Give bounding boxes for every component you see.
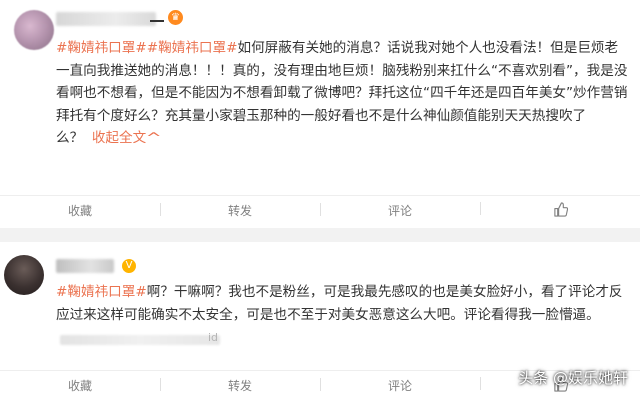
comment-button[interactable]: 评论 — [320, 202, 480, 219]
username-blurred[interactable] — [56, 259, 114, 273]
repost-button[interactable]: 转发 — [160, 377, 320, 394]
orange-v-badge-icon: ♛ — [168, 10, 183, 25]
post-action-bar: 收藏 转发 评论 — [0, 195, 640, 225]
source-watermark: 头条 @娱乐她轩 — [518, 369, 628, 387]
username-blurred[interactable] — [56, 12, 156, 26]
collapse-full-text-link[interactable]: 收起全文^ — [92, 130, 162, 146]
post-content: #鞠婧祎口罩#啊？干嘛啊？我也不是粉丝，可是我最先感叹的也是美女脸好小，看了评论… — [56, 281, 630, 326]
post-separator — [0, 228, 640, 242]
username-suffix-mark — [150, 20, 164, 22]
topic-tag[interactable]: #鞠婧祎口罩# — [56, 40, 147, 56]
repost-button[interactable]: 转发 — [160, 202, 320, 219]
like-button[interactable] — [480, 201, 640, 220]
favorite-button[interactable]: 收藏 — [0, 202, 160, 219]
topic-tag[interactable]: #鞠婧祎口罩# — [56, 284, 147, 300]
post-meta-blurred — [60, 335, 220, 345]
post-content: #鞠婧祎口罩##鞠婧祎口罩#如何屏蔽有关她的消息？话说我对她个人也没看法！但是巨… — [56, 37, 630, 150]
chevron-up-icon: ^ — [145, 130, 162, 146]
favorite-button[interactable]: 收藏 — [0, 377, 160, 394]
gold-v-badge-icon: V — [122, 259, 136, 273]
comment-button[interactable]: 评论 — [320, 377, 480, 394]
avatar[interactable] — [14, 10, 54, 50]
avatar[interactable] — [4, 255, 44, 295]
topic-tag[interactable]: #鞠婧祎口罩# — [147, 40, 238, 56]
thumbs-up-icon — [552, 201, 568, 217]
post-meta-id: id — [208, 331, 219, 344]
weibo-post-1: ♛ #鞠婧祎口罩##鞠婧祎口罩#如何屏蔽有关她的消息？话说我对她个人也没看法！但… — [0, 0, 640, 228]
